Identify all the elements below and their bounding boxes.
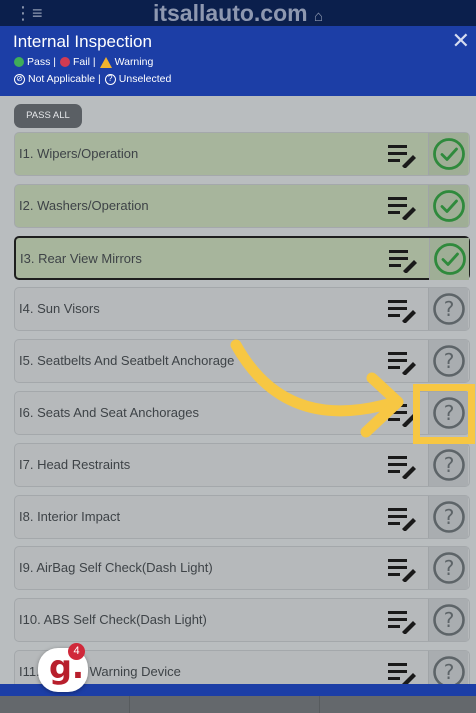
inspection-item-label: I10. ABS Self Check(Dash Light) [19,612,207,628]
not-applicable-legend-icon: ⊘ [14,73,25,85]
note-edit-icon[interactable] [388,247,418,274]
unselected-legend-icon: ? [104,73,116,85]
pass-legend-icon [14,57,24,67]
inspection-item-label: I8. Interior Impact [19,508,121,524]
svg-text:?: ? [444,556,455,580]
inspection-item[interactable]: I7. Head Restraints? [14,442,470,487]
note-edit-icon[interactable] [387,660,417,684]
question-circle-icon[interactable]: ? [428,288,468,331]
question-circle-icon[interactable]: ? [428,599,468,642]
legend-warning: Warning [114,56,154,68]
svg-text:?: ? [444,608,455,632]
inspection-item-label: I3. Rear View Mirrors [20,250,142,266]
inspection-item-label: I9. AirBag Self Check(Dash Light) [19,560,213,576]
inspection-item[interactable]: I6. Seats And Seat Anchorages? [14,391,470,435]
modal-header: Internal Inspection ✕ Pass | Fail | Warn… [0,26,476,96]
inspection-item[interactable]: I10. ABS Self Check(Dash Light)? [14,598,470,643]
question-circle-icon[interactable]: ? [428,340,468,383]
note-edit-icon[interactable] [387,505,417,532]
notification-badge: 4 [68,643,85,660]
question-circle-icon[interactable]: ? [428,495,468,538]
inspection-item[interactable]: I2. Washers/Operation [14,183,470,228]
site-header: ⋮≡ itsallauto.com ⌂ [0,0,476,26]
inspection-item[interactable]: I3. Rear View Mirrors [14,235,470,280]
inspection-item-label: I4. Sun Visors [19,301,100,317]
question-circle-icon[interactable]: ? [428,651,468,684]
note-edit-icon[interactable] [387,401,417,428]
legend-pass: Pass | [27,56,56,68]
check-circle-icon[interactable] [429,237,469,280]
footer-segment[interactable] [130,696,320,713]
svg-text:?: ? [444,297,455,321]
inspection-item-label: I2. Washers/Operation [19,197,149,213]
question-circle-icon[interactable]: ? [428,547,468,590]
chat-logo-button[interactable]: g. 4 [38,643,88,692]
note-edit-icon[interactable] [387,297,417,325]
note-edit-icon[interactable] [387,194,417,221]
note-edit-icon[interactable] [387,608,417,636]
note-edit-icon[interactable] [387,556,417,584]
inspection-item-label: I5. Seatbelts And Seatbelt Anchorage [19,353,235,369]
pass-all-button[interactable]: PASS ALL [14,104,82,128]
check-circle-icon[interactable] [428,184,468,227]
svg-text:?: ? [444,453,455,477]
check-circle-icon[interactable] [428,133,468,175]
inspection-item[interactable]: I1. Wipers/Operation [14,132,470,176]
inspection-list: PASS ALL I1. Wipers/Operation I2. Washers… [0,96,476,684]
home-icon[interactable]: ⌂ [314,8,323,25]
legend-not-applicable: Not Applicable | [28,73,101,85]
inspection-item-label: I6. Seats And Seat Anchorages [19,405,199,420]
inspection-item[interactable]: I9. AirBag Self Check(Dash Light)? [14,546,470,591]
inspection-item-label: I7. Head Restraints [19,456,131,472]
svg-text:?: ? [444,505,455,529]
site-name-text: itsallauto.com [152,0,308,26]
question-circle-icon[interactable]: ? [428,443,468,486]
warning-legend-icon [99,56,112,68]
inspection-item[interactable]: I8. Interior Impact? [14,494,470,539]
inspection-item[interactable]: I4. Sun Visors? [14,287,470,332]
question-circle-icon[interactable]: ? [428,392,468,434]
legend-row-2: ⊘ Not Applicable | ? Unselected [14,72,171,86]
footer-segment[interactable] [0,696,130,713]
legend-fail: Fail | [73,56,96,68]
svg-text:?: ? [444,660,455,684]
legend-unselected: Unselected [118,73,172,85]
inspection-item-label: I1. Wipers/Operation [19,146,139,161]
note-edit-icon[interactable] [387,349,417,377]
legend-row-1: Pass | Fail | Warning [14,55,153,69]
note-edit-icon[interactable] [387,453,417,480]
modal-title: Internal Inspection [13,32,152,51]
fail-legend-icon [60,57,70,67]
site-name: itsallauto.com ⌂ [0,1,476,29]
close-icon[interactable]: ✕ [452,30,470,52]
footer-bar [0,696,476,713]
inspection-item[interactable]: I5. Seatbelts And Seatbelt Anchorage? [14,339,470,384]
svg-text:?: ? [444,349,455,373]
note-edit-icon[interactable] [387,142,417,169]
svg-text:?: ? [444,401,455,425]
